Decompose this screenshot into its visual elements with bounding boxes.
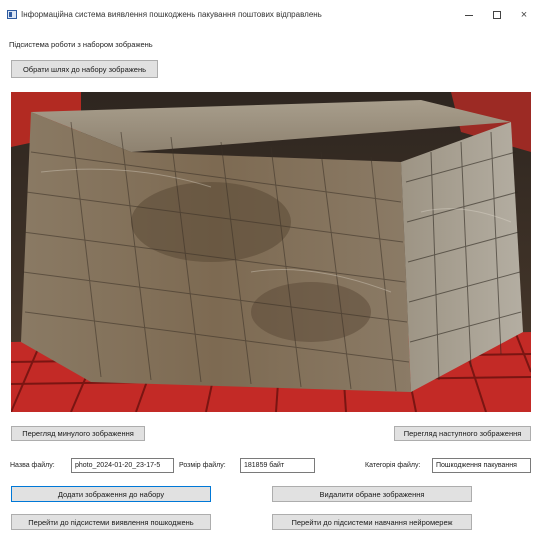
main-window: Інформаційна система виявлення пошкоджен…	[0, 0, 534, 533]
add-image-button[interactable]: Додати зображення до набору	[11, 486, 211, 502]
file-category-label: Категорія файлу:	[365, 462, 421, 469]
maximize-icon	[493, 11, 501, 19]
file-size-field[interactable]: 181859 байт	[240, 458, 315, 473]
title-bar: Інформаційна система виявлення пошкоджен…	[0, 0, 534, 28]
file-category-select[interactable]: Пошкодження пакування	[432, 458, 531, 473]
delete-image-button[interactable]: Видалити обране зображення	[272, 486, 472, 502]
goto-detection-button[interactable]: Перейти до підсистеми виявлення пошкодже…	[11, 514, 211, 530]
close-icon: ×	[520, 9, 528, 21]
app-icon	[7, 10, 17, 19]
subsystem-label: Підсистема роботи з набором зображень	[9, 40, 153, 49]
close-button[interactable]: ×	[511, 6, 534, 24]
window-title: Інформаційна система виявлення пошкоджен…	[21, 10, 322, 19]
minimize-button[interactable]	[456, 6, 482, 24]
file-name-label: Назва файлу:	[10, 462, 55, 469]
choose-path-button[interactable]: Обрати шлях до набору зображень	[11, 60, 158, 78]
file-size-label: Розмір файлу:	[179, 462, 226, 469]
minimize-icon	[465, 14, 473, 16]
file-name-field[interactable]: photo_2024-01-20_23-17-5	[71, 458, 174, 473]
maximize-button[interactable]	[484, 6, 510, 24]
goto-training-button[interactable]: Перейти до підсистеми навчання нейромере…	[272, 514, 472, 530]
prev-image-button[interactable]: Перегляд минулого зображення	[11, 426, 145, 441]
next-image-button[interactable]: Перегляд наступного зображення	[394, 426, 531, 441]
parcel-photo	[11, 92, 531, 412]
